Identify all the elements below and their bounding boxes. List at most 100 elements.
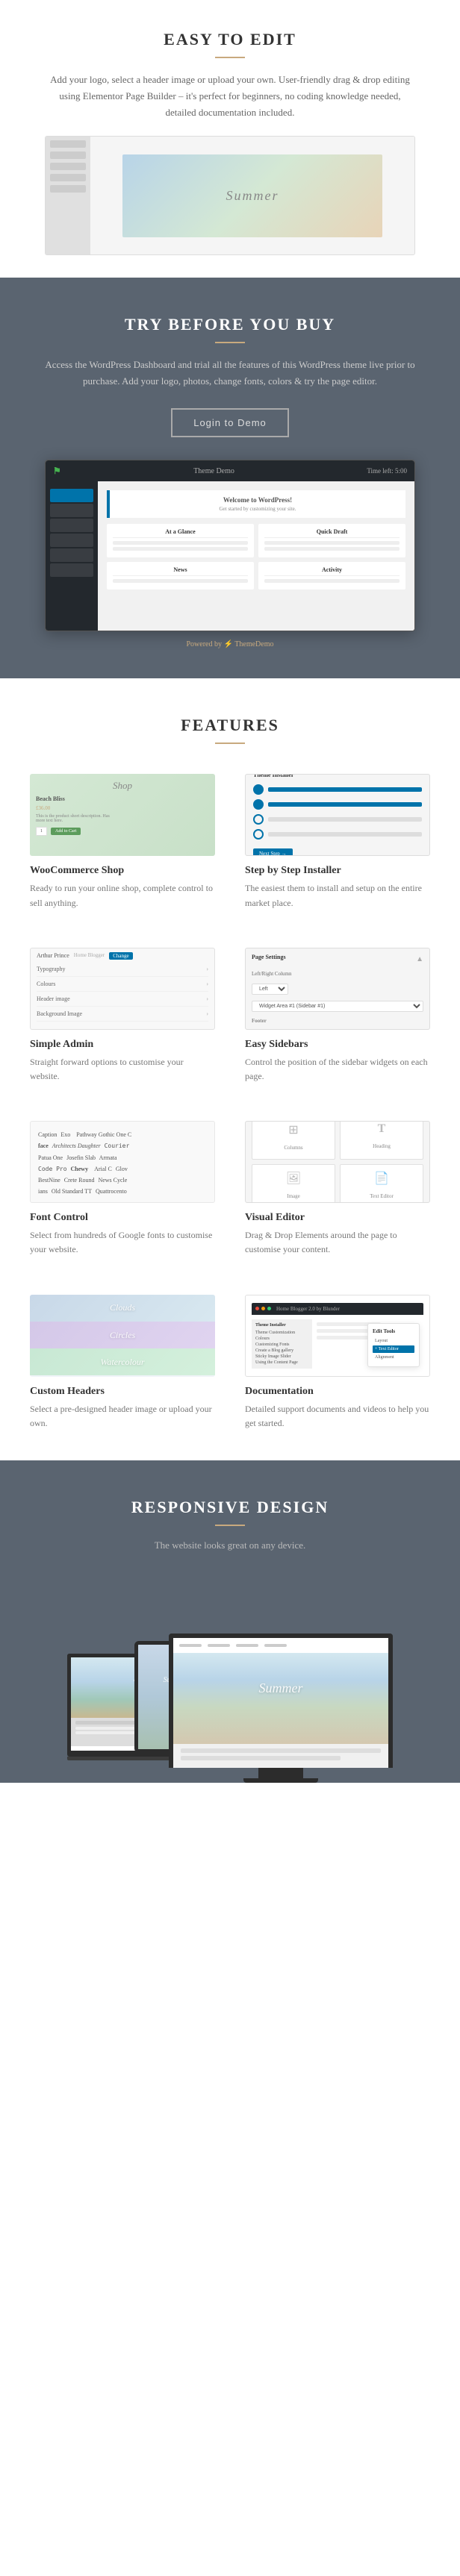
edit-panel: Edit Tools Layout + Text Editor Alignmen… <box>367 1323 420 1367</box>
admin-row-colours: Colours › <box>37 981 208 992</box>
header-option-watercolour: Watercolour <box>30 1348 215 1375</box>
font-arial: Arial C <box>92 1166 114 1172</box>
doc-circle-green <box>267 1307 271 1310</box>
doc-sidebar-item-1: Theme Customization <box>255 1331 308 1335</box>
feature-woocommerce: Shop Beach Bliss £36.00 This is the prod… <box>22 766 223 917</box>
admin-toprow: Arthur Prince Home Blogger Change <box>37 952 208 960</box>
installer-inner: Theme Installer <box>246 774 429 856</box>
admin-bg-val: › <box>206 1010 208 1017</box>
feature-desc-admin: Straight forward options to customise yo… <box>30 1055 215 1084</box>
feature-title-sidebars: Easy Sidebars <box>245 1039 430 1051</box>
dash-sidebar-posts <box>50 504 93 517</box>
feature-thumb-doc: Home Blogger 2.0 by Blunder Theme Instal… <box>245 1295 430 1377</box>
easy-to-edit-description: Add your logo, select a header image or … <box>45 72 415 121</box>
dash-widget-line-3 <box>264 541 400 545</box>
font-ians: ians <box>38 1188 50 1195</box>
installer-line-2 <box>268 802 422 807</box>
admin-typography-val: › <box>206 966 208 972</box>
feature-desc-visual: Drag & Drop Elements around the page to … <box>245 1228 430 1257</box>
font-newscycle: News Cycle <box>98 1177 127 1184</box>
feature-fonts: Caption Exo Pathway Gothic One C face Ar… <box>22 1113 223 1264</box>
ve-icon-grid: ⊞ Columns T Heading 🖼 Image 📄 <box>252 1121 423 1203</box>
features-divider <box>215 743 245 744</box>
feature-thumb-headers: Clouds Circles Watercolour <box>30 1295 215 1377</box>
header-circles-text: Circles <box>110 1330 135 1341</box>
dash-widget-1: At a Glance <box>107 524 254 557</box>
try-before-section: TRY BEFORE YOU BUY Access the WordPress … <box>0 278 460 678</box>
login-to-demo-button[interactable]: Login to Demo <box>171 408 289 437</box>
feature-title-woocommerce: WooCommerce Shop <box>30 865 215 877</box>
dash-topbar: ⚑ Theme Demo Time left: 5:00 <box>46 460 414 481</box>
edit-panel-alignment: Alignment <box>373 1354 414 1361</box>
dash-main: Welcome to WordPress! Get started by cus… <box>98 481 414 631</box>
installer-step-3 <box>253 814 422 825</box>
ve-columns-label: Columns <box>284 1145 302 1151</box>
shop-logo: Shop <box>36 780 209 792</box>
wp-logo: ⚑ <box>53 466 61 477</box>
installer-line-3 <box>268 817 422 822</box>
header-watercolour-text: Watercolour <box>100 1357 144 1368</box>
feature-headers: Clouds Circles Watercolour Custom Header… <box>22 1287 223 1438</box>
doc-sidebar-item-2: Colours <box>255 1337 308 1341</box>
admin-panel: Arthur Prince Home Blogger Change Typogr… <box>31 948 214 1030</box>
feature-installer: Theme Installer <box>237 766 438 917</box>
feature-title-installer: Step by Step Installer <box>245 865 430 877</box>
sidebar-item-4 <box>50 174 86 181</box>
try-before-divider <box>215 342 245 343</box>
admin-bg-label: Background Image <box>37 1010 82 1017</box>
sidebars-inner: Page Settings ▲ Left/Right Column Left R… <box>246 948 429 1030</box>
monitor-nav-dot-1 <box>179 1644 202 1647</box>
monitor-nav <box>173 1638 388 1653</box>
ve-texteditor-label: Text Editor <box>370 1193 394 1199</box>
doc-circle-yellow <box>261 1307 265 1310</box>
feature-title-doc: Documentation <box>245 1386 430 1398</box>
dash-sidebar <box>46 481 98 631</box>
mockup-hero: Summer <box>122 154 382 237</box>
dash-widget-title-2: Quick Draft <box>264 528 400 538</box>
sidebar-widget-select[interactable]: Widget Area #1 (Sidebar #1) <box>252 1001 423 1012</box>
headers-options: Clouds Circles Watercolour <box>30 1295 215 1377</box>
admin-theme-label: Home Blogger <box>74 952 105 960</box>
sidebar-lr-label: Left/Right Column <box>252 971 291 977</box>
font-bestnine: BestNine <box>38 1177 63 1184</box>
dashboard-mockup: ⚑ Theme Demo Time left: 5:00 Welcome to … <box>45 460 415 631</box>
header-clouds-text: Clouds <box>110 1302 135 1313</box>
admin-username: Arthur Prince <box>37 952 69 960</box>
sidebar-item-2 <box>50 151 86 159</box>
dash-widget-title-4: Activity <box>264 566 400 576</box>
font-names-display: Caption Exo Pathway Gothic One C face Ar… <box>38 1129 207 1197</box>
font-exo: Exo <box>58 1131 72 1138</box>
font-courier: Courier <box>102 1142 132 1149</box>
feature-title-fonts: Font Control <box>30 1212 215 1224</box>
doc-body: Theme Installer Theme Customization Colo… <box>252 1319 423 1369</box>
dash-topbar-right: Time left: 5:00 <box>367 467 407 475</box>
heading-icon: T <box>346 1122 417 1136</box>
features-section: FEATURES Shop Beach Bliss £36.00 This is… <box>0 678 460 1460</box>
ve-heading-label: Heading <box>373 1143 391 1149</box>
font-quattrocento: Quattrocento <box>96 1188 127 1195</box>
features-heading: FEATURES <box>22 716 438 735</box>
feature-documentation: Home Blogger 2.0 by Blunder Theme Instal… <box>237 1287 438 1438</box>
feature-visual: ⊞ Columns T Heading 🖼 Image 📄 <box>237 1113 438 1264</box>
dash-widget-line-2 <box>113 547 248 551</box>
dash-sidebar-plugins <box>50 548 93 562</box>
sidebar-page-settings-title: Page Settings <box>252 954 286 960</box>
feature-thumb-admin: Arthur Prince Home Blogger Change Typogr… <box>30 948 215 1030</box>
installer-step-4 <box>253 829 422 840</box>
monitor-foot <box>258 1768 303 1778</box>
powered-by-brand: ⚡ ThemeDemo <box>224 640 274 648</box>
dash-sidebar-appearance <box>50 534 93 547</box>
feature-thumb-installer: Theme Installer <box>245 774 430 856</box>
ve-columns-cell: ⊞ Columns <box>252 1121 335 1160</box>
text-editor-icon: 📄 <box>346 1171 417 1186</box>
doc-url-bar: Home Blogger 2.0 by Blunder <box>276 1306 340 1312</box>
monitor-screen <box>169 1634 393 1768</box>
font-face: face <box>38 1142 51 1149</box>
sidebar-lr-select[interactable]: Left Right None <box>252 984 288 995</box>
font-code: Code Pro <box>38 1166 69 1172</box>
feature-desc-woocommerce: Ready to run your online shop, complete … <box>30 881 215 910</box>
dash-widget-line-4 <box>264 547 400 551</box>
font-armata: Armata <box>99 1154 117 1161</box>
sidebar-item-5 <box>50 185 86 193</box>
feature-desc-fonts: Select from hundreds of Google fonts to … <box>30 1228 215 1257</box>
